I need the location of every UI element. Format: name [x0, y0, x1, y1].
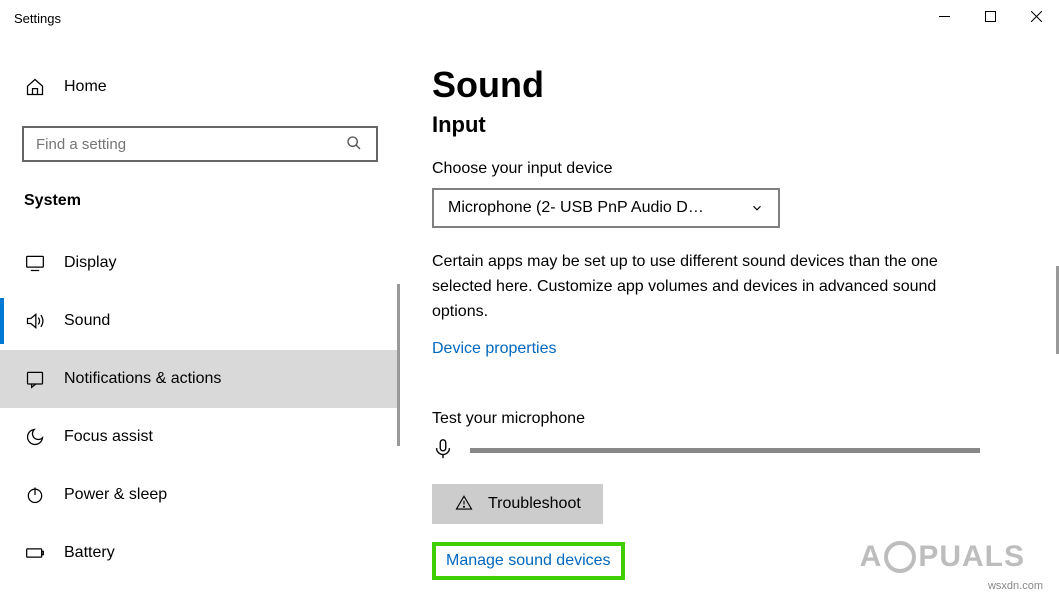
search-input[interactable] [22, 126, 378, 162]
highlight-box: Manage sound devices [432, 542, 625, 580]
sidebar-item-label: Sound [64, 312, 110, 330]
chevron-down-icon [750, 201, 764, 215]
input-device-dropdown[interactable]: Microphone (2- USB PnP Audio D… [432, 188, 780, 228]
minimize-button[interactable] [921, 0, 967, 32]
focus-icon [24, 426, 46, 448]
close-button[interactable] [1013, 0, 1059, 32]
main-content: Sound Input Choose your input device Mic… [400, 36, 1059, 598]
sidebar-item-sound[interactable]: Sound [0, 292, 400, 350]
section-title: Input [432, 112, 1019, 138]
troubleshoot-button[interactable]: Troubleshoot [432, 484, 603, 524]
sidebar-item-notifications[interactable]: Notifications & actions [0, 350, 400, 408]
mic-test-row [432, 438, 1019, 462]
sidebar-item-power-sleep[interactable]: Power & sleep [0, 466, 400, 524]
device-properties-link[interactable]: Device properties [432, 340, 557, 358]
warning-icon [454, 494, 474, 514]
microphone-icon [432, 438, 456, 462]
category-label: System [0, 192, 400, 210]
battery-icon [24, 542, 46, 564]
sidebar-item-label: Focus assist [64, 428, 153, 446]
home-icon [24, 76, 46, 98]
info-text: Certain apps may be set up to use differ… [432, 250, 992, 324]
sidebar-item-focus-assist[interactable]: Focus assist [0, 408, 400, 466]
search-icon [346, 135, 364, 153]
brand-watermark: A PUALS [860, 540, 1025, 574]
brand-logo-icon [884, 541, 916, 573]
home-button[interactable]: Home [0, 66, 400, 108]
troubleshoot-label: Troubleshoot [488, 495, 581, 513]
sidebar-item-battery[interactable]: Battery [0, 524, 400, 582]
choose-input-label: Choose your input device [432, 160, 1019, 178]
manage-sound-devices-link[interactable]: Manage sound devices [446, 552, 611, 570]
url-watermark: wsxdn.com [988, 580, 1043, 592]
search-field[interactable] [36, 136, 346, 153]
sidebar-item-label: Display [64, 254, 116, 272]
sidebar-item-display[interactable]: Display [0, 234, 400, 292]
power-icon [24, 484, 46, 506]
sidebar-item-label: Notifications & actions [64, 370, 221, 388]
home-label: Home [64, 78, 107, 96]
test-mic-label: Test your microphone [432, 410, 1019, 428]
sound-icon [24, 310, 46, 332]
sidebar-item-label: Battery [64, 544, 115, 562]
dropdown-value: Microphone (2- USB PnP Audio D… [448, 199, 750, 217]
notifications-icon [24, 368, 46, 390]
maximize-button[interactable] [967, 0, 1013, 32]
window-title: Settings [14, 11, 61, 26]
sidebar: Home System Display Sound [0, 36, 400, 598]
display-icon [24, 252, 46, 274]
page-title: Sound [432, 64, 1019, 106]
sidebar-item-label: Power & sleep [64, 486, 167, 504]
mic-level-bar [470, 448, 980, 453]
